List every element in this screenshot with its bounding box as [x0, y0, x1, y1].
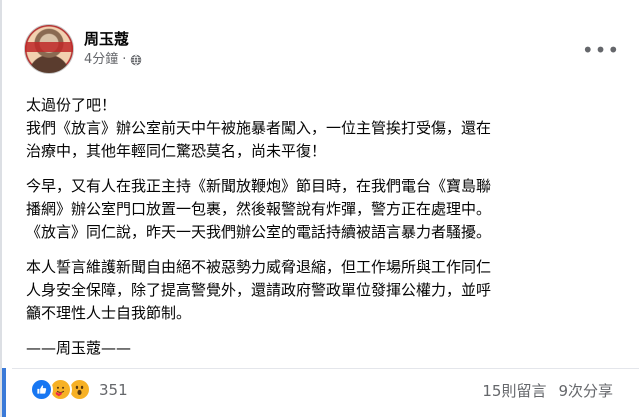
reactions-summary[interactable]: 351 — [30, 378, 128, 401]
separator-dot: · — [122, 52, 127, 67]
post-paragraph-1: 太過份了吧！ 我們《放言》辦公室前天中午被施暴者闖入，一位主管挨打受傷，還在 治… — [26, 96, 492, 160]
post-header: 周玉蔻 4分鐘 · — [24, 24, 142, 74]
post-body: 太過份了吧！ 我們《放言》辦公室前天中午被施暴者闖入，一位主管挨打受傷，還在 治… — [26, 94, 616, 360]
post-card: 周玉蔻 4分鐘 · ••• 太過份了吧！ 我們《放言》辦公室前天中午被施暴者闖入… — [0, 0, 639, 417]
avatar[interactable] — [24, 24, 74, 74]
left-accent-bar — [2, 368, 6, 417]
more-options-button[interactable]: ••• — [582, 36, 619, 64]
post-paragraph-3: 本人誓言維護新聞自由絕不被惡勢力威脅退縮，但工作場所與工作同仁 人身安全保障，除… — [26, 258, 492, 322]
globe-icon[interactable] — [130, 54, 142, 66]
footer-divider — [12, 368, 639, 369]
post-signature: ——周玉蔻—— — [26, 339, 132, 357]
reaction-count[interactable]: 351 — [99, 381, 128, 399]
post-meta: 周玉蔻 4分鐘 · — [84, 29, 142, 69]
comments-count[interactable]: 15則留言 — [482, 380, 546, 401]
post-time[interactable]: 4分鐘 — [84, 51, 118, 69]
timestamp-row: 4分鐘 · — [84, 51, 142, 69]
stats-gap — [546, 380, 558, 401]
more-options-icon: ••• — [581, 38, 621, 62]
like-icon — [30, 378, 53, 401]
author-name[interactable]: 周玉蔻 — [84, 29, 142, 49]
post-stats: 15則留言 9次分享 — [482, 380, 613, 401]
avatar-band — [25, 42, 73, 52]
post-paragraph-2: 今早，又有人在我正主持《新聞放鞭炮》節目時，在我們電台《寶島聯 播網》辦公室門口… — [26, 177, 492, 241]
shares-count[interactable]: 9次分享 — [558, 380, 613, 401]
